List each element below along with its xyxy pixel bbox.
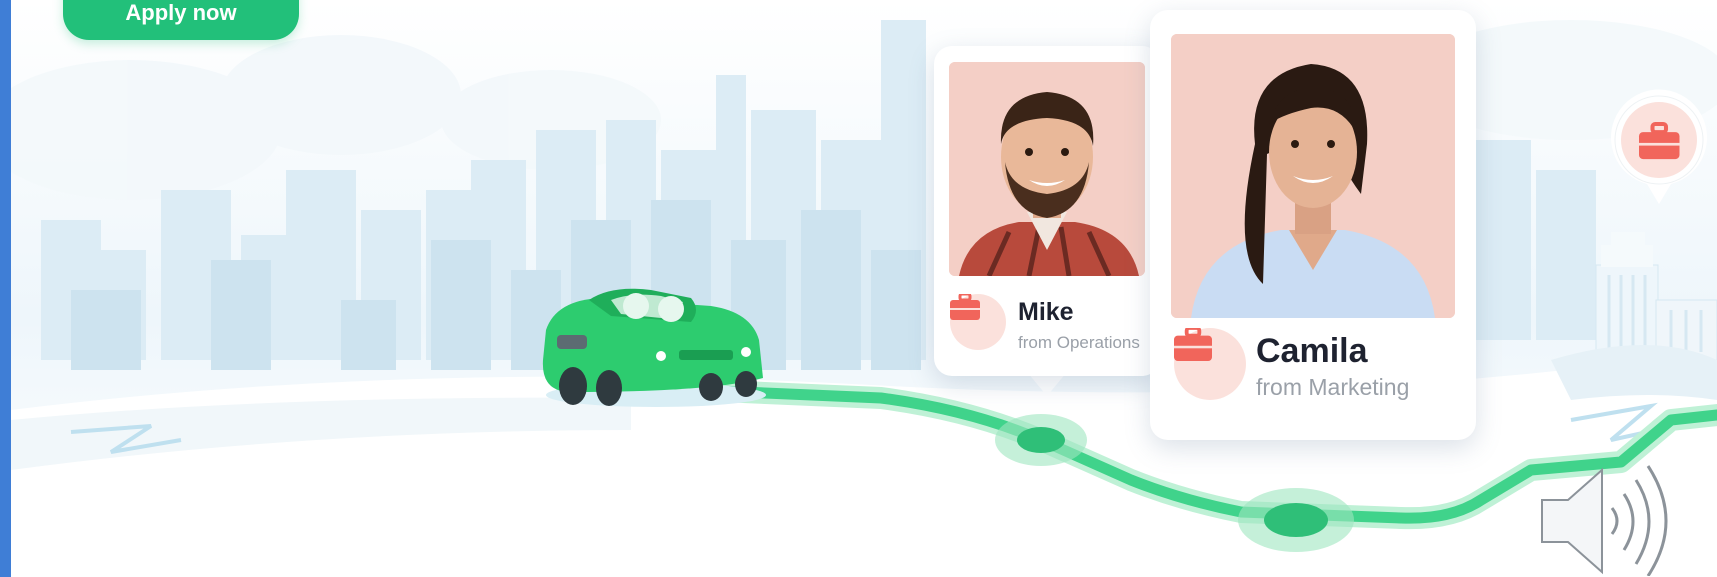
- profile-department: from Marketing: [1256, 374, 1410, 400]
- profile-card-camila: Camila from Marketing: [1150, 10, 1476, 440]
- speaker-icon: [1541, 465, 1668, 576]
- profile-name: Mike: [1018, 298, 1074, 326]
- left-edge-strip: [0, 0, 11, 577]
- profile-photo: [1171, 34, 1455, 318]
- profile-name: Camila: [1256, 332, 1368, 370]
- hero-scene: Apply now Mike from Operations Camila fr…: [11, 0, 1717, 577]
- profile-card-mike: Mike from Operations: [934, 46, 1160, 376]
- location-pin: [1607, 88, 1711, 206]
- briefcase-badge: [1174, 328, 1246, 400]
- road-marker: [1238, 488, 1354, 552]
- profile-department: from Operations: [1018, 333, 1140, 352]
- briefcase-badge: [950, 294, 1006, 350]
- profile-photo: [949, 62, 1145, 276]
- briefcase-icon: [1174, 328, 1212, 361]
- sound-toggle[interactable]: [1538, 460, 1690, 576]
- road-marker: [995, 414, 1087, 466]
- apply-now-button[interactable]: Apply now: [63, 0, 299, 40]
- briefcase-icon: [950, 294, 980, 320]
